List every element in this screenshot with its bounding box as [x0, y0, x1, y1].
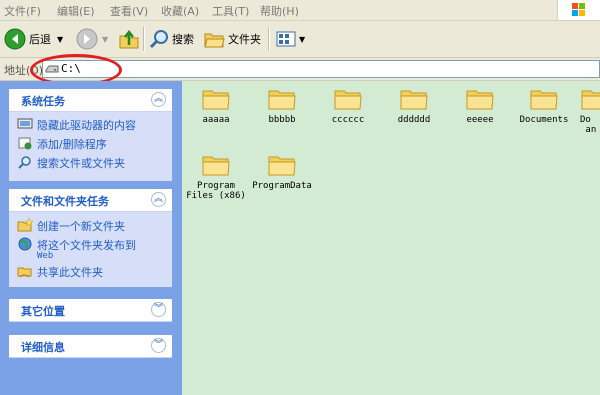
folder-icon	[268, 90, 296, 110]
file-view: aaaaa bbbbb cccccc dddddd eeeee Document…	[182, 81, 600, 395]
collapse-icon[interactable]: ︽	[151, 92, 166, 107]
folder-name: ProgramData	[252, 181, 312, 191]
details-panel: 详细信息 ︾	[9, 335, 172, 358]
menu-view[interactable]: 查看(V)	[110, 3, 148, 19]
task-label: 共享此文件夹	[37, 266, 103, 279]
menu-bar: 文件(F) 编辑(E) 查看(V) 收藏(A) 工具(T) 帮助(H)	[0, 0, 600, 21]
views-icon	[276, 31, 296, 47]
expand-icon[interactable]: ︾	[151, 338, 166, 353]
task-new-folder[interactable]: 创建一个新文件夹	[17, 218, 125, 234]
folder-name: dddddd	[397, 115, 431, 125]
folder-name: eeeee	[466, 115, 494, 125]
search-icon	[18, 156, 31, 169]
folders-icon	[204, 33, 225, 48]
folder-item[interactable]: Do an	[580, 85, 600, 135]
forward-button[interactable]: ▼	[76, 25, 108, 53]
task-label: 隐藏此驱动器的内容	[37, 119, 136, 132]
folder-item[interactable]: ProgramData	[248, 151, 316, 191]
menu-help[interactable]: 帮助(H)	[260, 3, 299, 19]
folder-icon	[581, 90, 600, 110]
menu-edit[interactable]: 编辑(E)	[57, 3, 95, 19]
task-label: 添加/删除程序	[37, 138, 107, 151]
globe-icon	[18, 237, 32, 251]
chevron-down-icon[interactable]: ▼	[57, 35, 63, 44]
folders-label: 文件夹	[228, 33, 261, 46]
new-folder-icon	[17, 218, 33, 232]
system-tasks-panel: 系统任务 ︽ 隐藏此驱动器的内容 添加/删除程序 搜索文件或文件夹	[9, 89, 172, 181]
folders-button[interactable]: 文件夹	[203, 25, 261, 53]
folder-item[interactable]: Program Files (x86)	[186, 151, 246, 201]
search-label: 搜索	[172, 33, 194, 46]
folder-name: Program Files (x86)	[186, 181, 246, 201]
folder-item[interactable]: bbbbb	[252, 85, 312, 125]
folder-icon	[530, 90, 558, 110]
details-title: 详细信息	[21, 341, 65, 354]
task-hide-drive[interactable]: 隐藏此驱动器的内容	[17, 117, 136, 133]
task-pane: 系统任务 ︽ 隐藏此驱动器的内容 添加/删除程序 搜索文件或文件夹 文件和文件夹…	[0, 81, 182, 395]
file-folder-tasks-panel: 文件和文件夹任务 ︽ 创建一个新文件夹 将这个文件夹发布到 Web 共享此文件夹	[9, 189, 172, 287]
back-arrow-icon	[4, 28, 26, 50]
back-button[interactable]: 后退 ▼	[4, 25, 63, 53]
folder-item[interactable]: aaaaa	[186, 85, 246, 125]
folder-item[interactable]: Documents	[514, 85, 574, 125]
up-folder-button[interactable]	[118, 25, 140, 53]
menu-file[interactable]: 文件(F)	[4, 3, 41, 19]
file-folder-tasks-header[interactable]: 文件和文件夹任务 ︽	[9, 189, 172, 212]
folder-name: cccccc	[331, 115, 365, 125]
menu-favorites[interactable]: 收藏(A)	[161, 3, 199, 19]
task-label-web[interactable]: Web	[37, 251, 53, 261]
menu-tools[interactable]: 工具(T)	[212, 3, 249, 19]
file-folder-tasks-title: 文件和文件夹任务	[21, 195, 109, 208]
other-places-panel: 其它位置 ︾	[9, 299, 172, 322]
folder-name: Do an	[580, 115, 597, 135]
back-label: 后退	[29, 33, 51, 46]
toolbar: 后退 ▼ ▼ 搜索 文件夹 ▼	[0, 21, 600, 58]
task-publish-web[interactable]: 将这个文件夹发布到	[17, 237, 136, 253]
folder-icon	[466, 90, 494, 110]
address-input[interactable]: C:\	[42, 60, 600, 78]
windows-logo-icon	[557, 0, 600, 20]
search-button[interactable]: 搜索	[148, 25, 194, 53]
system-tasks-header[interactable]: 系统任务 ︽	[9, 89, 172, 112]
views-button[interactable]: ▼	[275, 25, 305, 53]
chevron-down-icon[interactable]: ▼	[299, 35, 305, 44]
toolbar-separator	[143, 27, 145, 51]
share-folder-icon	[17, 267, 32, 278]
task-search-files[interactable]: 搜索文件或文件夹	[17, 155, 125, 171]
folder-icon	[202, 156, 230, 176]
folder-icon	[268, 156, 296, 176]
task-share-folder[interactable]: 共享此文件夹	[17, 264, 103, 280]
folder-item[interactable]: cccccc	[318, 85, 378, 125]
task-label: 搜索文件或文件夹	[37, 157, 125, 170]
folder-item[interactable]: dddddd	[384, 85, 444, 125]
other-places-title: 其它位置	[21, 305, 65, 318]
add-remove-programs-icon	[18, 137, 32, 150]
folder-name: aaaaa	[202, 115, 230, 125]
folder-icon	[400, 90, 428, 110]
chevron-down-icon[interactable]: ▼	[102, 35, 108, 44]
folder-icon	[334, 90, 362, 110]
search-icon	[149, 30, 168, 49]
up-folder-icon	[119, 29, 139, 49]
folder-item[interactable]: eeeee	[450, 85, 510, 125]
folder-name: Documents	[519, 115, 569, 125]
other-places-header[interactable]: 其它位置 ︾	[9, 299, 172, 322]
toolbar-separator	[268, 27, 270, 51]
expand-icon[interactable]: ︾	[151, 302, 166, 317]
task-add-remove-programs[interactable]: 添加/删除程序	[17, 136, 107, 152]
forward-arrow-icon	[76, 28, 98, 50]
task-label: 创建一个新文件夹	[37, 220, 125, 233]
hide-drive-icon	[17, 118, 33, 129]
collapse-icon[interactable]: ︽	[151, 192, 166, 207]
details-header[interactable]: 详细信息 ︾	[9, 335, 172, 358]
system-tasks-title: 系统任务	[21, 95, 65, 108]
folder-name: bbbbb	[268, 115, 296, 125]
folder-icon	[202, 90, 230, 110]
